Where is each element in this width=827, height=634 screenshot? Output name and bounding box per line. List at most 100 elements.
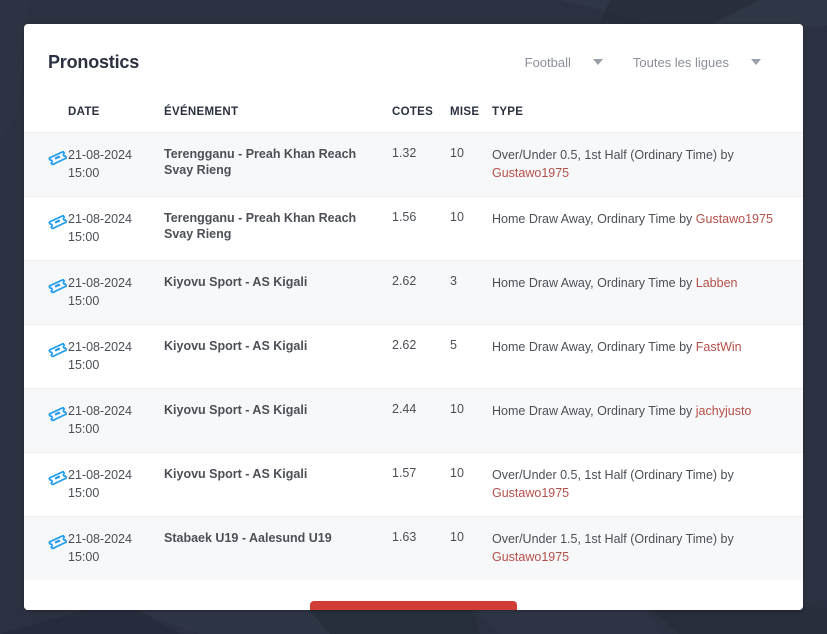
row-date: 21-08-2024 xyxy=(68,468,132,482)
row-event-name: Kiyovu Sport - AS Kigali xyxy=(164,339,308,353)
row-time: 15:00 xyxy=(68,358,100,372)
row-event-name: Kiyovu Sport - AS Kigali xyxy=(164,403,308,417)
table-row[interactable]: 21-08-2024 15:00 Terengganu - Preah Khan R… xyxy=(24,132,803,197)
league-filter-dropdown[interactable]: Toutes les ligues xyxy=(633,55,761,70)
row-odds-cell: 1.57 xyxy=(392,466,417,480)
row-event-cell[interactable]: Stabaek U19 - Aalesund U19 xyxy=(158,517,386,581)
row-date: 21-08-2024 xyxy=(68,340,132,354)
row-event-cell[interactable]: Kiyovu Sport - AS Kigali xyxy=(158,453,386,517)
card-footer: Montre tous les pronos xyxy=(24,580,803,610)
row-event-cell[interactable]: Kiyovu Sport - AS Kigali xyxy=(158,261,386,325)
table-row[interactable]: 21-08-2024 15:00 Kiyovu Sport - AS Kigali 2… xyxy=(24,324,803,389)
row-ticket-icon-cell xyxy=(24,453,67,517)
row-ticket-icon-cell xyxy=(24,133,67,197)
table-row[interactable]: 21-08-2024 15:00 Stabaek U19 - Aalesund U1… xyxy=(24,516,803,581)
row-stake-cell: 10 xyxy=(450,530,464,544)
row-type-cell: Over/Under 0.5, 1st Half (Ordinary Time)… xyxy=(486,133,803,197)
row-ticket-icon-cell xyxy=(24,261,67,325)
row-stake-cell: 3 xyxy=(450,274,457,288)
row-ticket-icon-cell xyxy=(24,325,67,389)
row-type-text: Home Draw Away, Ordinary Time by xyxy=(492,404,693,418)
row-stake-cell: 10 xyxy=(450,466,464,480)
row-user-link[interactable]: jachyjusto xyxy=(696,404,752,418)
row-stake-cell: 10 xyxy=(450,210,464,224)
row-event-name: Terengganu - Preah Khan Reach Svay Rieng xyxy=(164,211,357,241)
column-header-cotes[interactable]: COTES xyxy=(386,100,444,133)
row-user-link[interactable]: FastWin xyxy=(696,340,742,354)
row-date: 21-08-2024 xyxy=(68,404,132,418)
row-odds-cell: 1.56 xyxy=(392,210,417,224)
row-date: 21-08-2024 xyxy=(68,148,132,162)
row-user-link[interactable]: Gustawo1975 xyxy=(492,486,569,500)
row-type-cell: Home Draw Away, Ordinary Time by Gustawo… xyxy=(486,197,803,261)
chevron-down-icon xyxy=(592,59,603,65)
row-type-text: Over/Under 0.5, 1st Half (Ordinary Time)… xyxy=(492,468,734,482)
table-row[interactable]: 21-08-2024 15:00 Kiyovu Sport - AS Kigali 1… xyxy=(24,452,803,517)
pronostics-card: Pronostics Football Toutes les ligues DA… xyxy=(24,24,803,610)
row-date-cell: 21-08-2024 15:00 xyxy=(62,453,158,517)
table-row[interactable]: 21-08-2024 15:00 Kiyovu Sport - AS Kigali 2… xyxy=(24,260,803,325)
header-filters: Football Toutes les ligues xyxy=(525,55,779,70)
row-date-cell: 21-08-2024 15:00 xyxy=(62,517,158,581)
row-event-cell[interactable]: Terengganu - Preah Khan Reach Svay Rieng xyxy=(158,197,386,261)
table-body: 21-08-2024 15:00 Terengganu - Preah Khan R… xyxy=(24,132,803,581)
row-odds-cell: 1.63 xyxy=(392,530,417,544)
pronostics-table: DATE ÉVÉNEMENT COTES MISE TYPE 21-08-202… xyxy=(24,100,803,580)
row-type-cell: Over/Under 1.5, 1st Half (Ordinary Time)… xyxy=(486,517,803,581)
row-event-cell[interactable]: Terengganu - Preah Khan Reach Svay Rieng xyxy=(158,133,386,197)
table-row[interactable]: 21-08-2024 15:00 Kiyovu Sport - AS Kigali 2… xyxy=(24,388,803,453)
row-stake-cell: 10 xyxy=(450,146,464,160)
row-time: 15:00 xyxy=(68,230,100,244)
sport-filter-dropdown[interactable]: Football xyxy=(525,55,603,70)
table-head: DATE ÉVÉNEMENT COTES MISE TYPE xyxy=(24,100,803,133)
row-time: 15:00 xyxy=(68,550,100,564)
row-type-cell: Home Draw Away, Ordinary Time by jachyju… xyxy=(486,389,803,453)
row-type-text: Over/Under 1.5, 1st Half (Ordinary Time)… xyxy=(492,532,734,546)
row-stake-cell: 10 xyxy=(450,402,464,416)
table-header-row: DATE ÉVÉNEMENT COTES MISE TYPE xyxy=(24,100,803,133)
page-title: Pronostics xyxy=(48,52,140,72)
row-event-name: Terengganu - Preah Khan Reach Svay Rieng xyxy=(164,147,357,177)
row-date-cell: 21-08-2024 15:00 xyxy=(62,197,158,261)
row-event-name: Kiyovu Sport - AS Kigali xyxy=(164,467,308,481)
row-date-cell: 21-08-2024 15:00 xyxy=(62,133,158,197)
row-event-name: Stabaek U19 - Aalesund U19 xyxy=(164,531,332,545)
row-stake-cell: 5 xyxy=(450,338,457,352)
row-user-link[interactable]: Gustawo1975 xyxy=(696,212,773,226)
row-type-text: Over/Under 0.5, 1st Half (Ordinary Time)… xyxy=(492,148,734,162)
row-date-cell: 21-08-2024 15:00 xyxy=(62,261,158,325)
row-date-cell: 21-08-2024 15:00 xyxy=(62,325,158,389)
row-event-name: Kiyovu Sport - AS Kigali xyxy=(164,275,308,289)
column-header-icon xyxy=(24,100,62,133)
row-date: 21-08-2024 xyxy=(68,532,132,546)
row-type-cell: Over/Under 0.5, 1st Half (Ordinary Time)… xyxy=(486,453,803,517)
row-odds-cell: 2.62 xyxy=(392,274,417,288)
column-header-event[interactable]: ÉVÉNEMENT xyxy=(158,100,386,133)
row-type-text: Home Draw Away, Ordinary Time by xyxy=(492,340,693,354)
row-odds-cell: 1.32 xyxy=(392,146,417,160)
row-ticket-icon-cell xyxy=(24,389,67,453)
column-header-date[interactable]: DATE xyxy=(62,100,158,133)
row-type-text: Home Draw Away, Ordinary Time by xyxy=(492,212,693,226)
row-user-link[interactable]: Gustawo1975 xyxy=(492,550,569,564)
row-user-link[interactable]: Labben xyxy=(696,276,738,290)
row-date-cell: 21-08-2024 15:00 xyxy=(62,389,158,453)
row-odds-cell: 2.44 xyxy=(392,402,417,416)
row-odds-cell: 2.62 xyxy=(392,338,417,352)
row-event-cell[interactable]: Kiyovu Sport - AS Kigali xyxy=(158,389,386,453)
row-type-cell: Home Draw Away, Ordinary Time by FastWin xyxy=(486,325,803,389)
row-ticket-icon-cell xyxy=(24,517,67,581)
row-time: 15:00 xyxy=(68,422,100,436)
sport-filter-label: Football xyxy=(524,54,571,70)
row-time: 15:00 xyxy=(68,294,100,308)
card-header: Pronostics Football Toutes les ligues xyxy=(24,24,803,100)
table-row[interactable]: 21-08-2024 15:00 Terengganu - Preah Khan R… xyxy=(24,196,803,261)
row-user-link[interactable]: Gustawo1975 xyxy=(492,166,569,180)
row-ticket-icon-cell xyxy=(24,197,67,261)
show-all-predictions-button[interactable]: Montre tous les pronos xyxy=(310,601,517,610)
row-event-cell[interactable]: Kiyovu Sport - AS Kigali xyxy=(158,325,386,389)
column-header-mise[interactable]: MISE xyxy=(444,100,486,133)
column-header-type[interactable]: TYPE xyxy=(486,100,803,133)
row-date: 21-08-2024 xyxy=(68,276,132,290)
league-filter-label: Toutes les ligues xyxy=(632,54,729,70)
